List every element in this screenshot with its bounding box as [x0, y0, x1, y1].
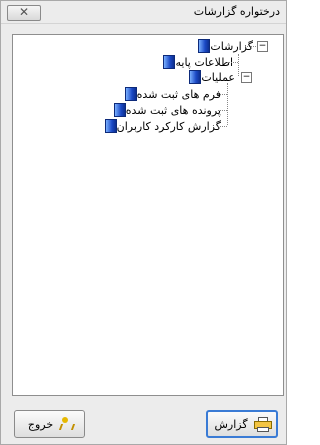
tree-node-registered-files[interactable]: پرونده های ثبت شده	[110, 102, 221, 118]
tree-node-user-activity-report[interactable]: گزارش کارکرد کاربران	[101, 118, 221, 134]
tree-node-label: پرونده های ثبت شده	[125, 103, 221, 117]
book-icon	[198, 39, 211, 53]
report-tree[interactable]: − گزارشات اطلاعات پایه − عملیات فرم های …	[12, 34, 284, 396]
book-icon	[189, 70, 202, 84]
tree-node-reports[interactable]: گزارشات	[194, 38, 253, 54]
tree-node-label: اطلاعات پایه	[175, 55, 233, 69]
exit-button-label: خروج	[27, 417, 54, 431]
collapse-operations-toggle[interactable]: −	[241, 72, 252, 83]
book-icon	[124, 87, 137, 101]
tree-node-label: گزارشات	[210, 39, 253, 53]
exit-button[interactable]: خروج	[14, 410, 85, 438]
tree-node-label: فرم های ثبت شده	[136, 87, 221, 101]
close-button[interactable]: ✕	[7, 5, 41, 21]
tree-node-registered-forms[interactable]: فرم های ثبت شده	[121, 86, 221, 102]
tree-node-label: گزارش کارکرد کاربران	[116, 119, 221, 133]
title-bar: ✕ درختواره گزارشات	[1, 1, 286, 24]
report-button[interactable]: گزارش	[206, 410, 278, 438]
report-button-label: گزارش	[214, 417, 248, 431]
exit-person-icon	[59, 417, 71, 431]
book-icon	[104, 119, 117, 133]
book-icon	[163, 55, 176, 69]
collapse-root-toggle[interactable]: −	[257, 41, 268, 52]
report-tree-dialog: ✕ درختواره گزارشات − گزارشات اطلاعات پای…	[0, 0, 287, 445]
book-icon	[113, 103, 126, 117]
tree-node-basic-info[interactable]: اطلاعات پایه	[159, 54, 233, 70]
tree-node-label: عملیات	[201, 70, 235, 84]
printer-icon	[253, 417, 272, 432]
window-title: درختواره گزارشات	[193, 5, 280, 18]
